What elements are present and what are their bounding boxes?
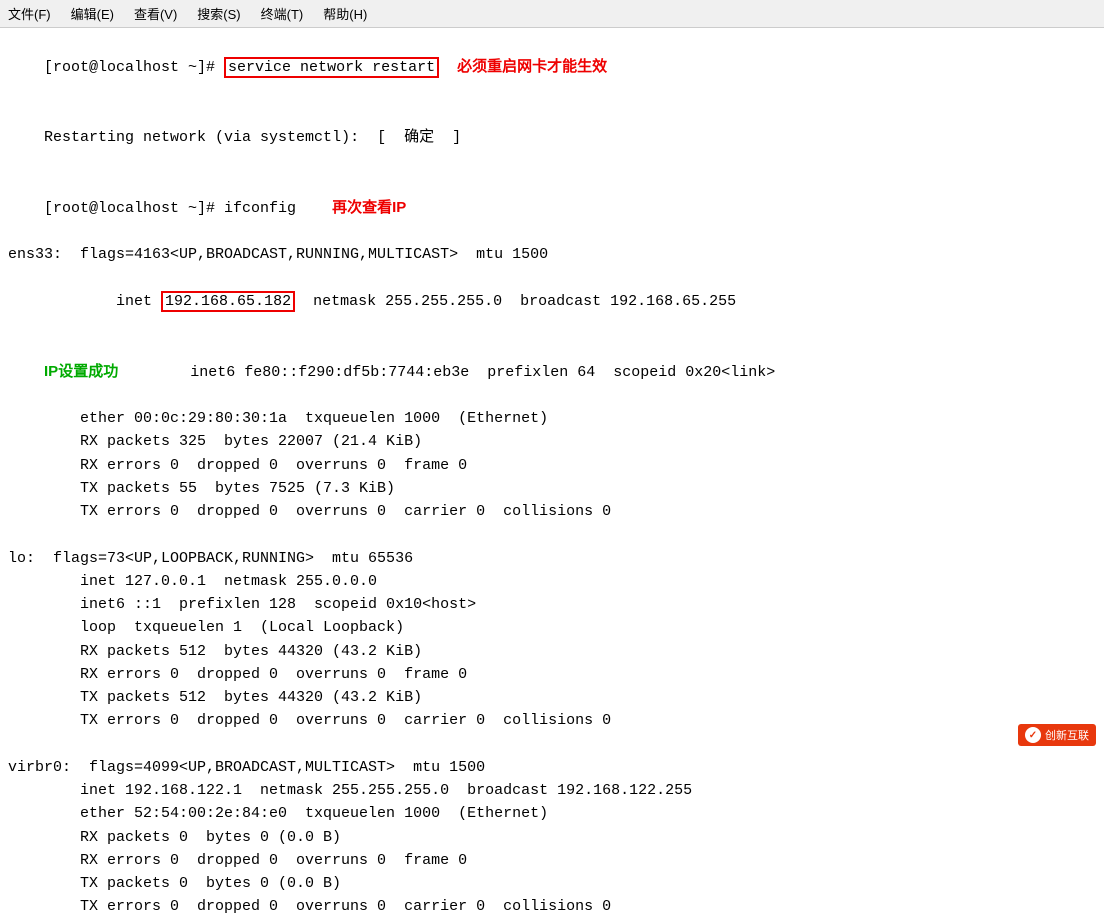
line-lo-tx1: TX packets 512 bytes 44320 (43.2 KiB) xyxy=(8,686,1096,709)
ip-address-box: 192.168.65.182 xyxy=(161,291,295,312)
terminal-area: [root@localhost ~]# service network rest… xyxy=(0,28,1104,923)
menu-terminal[interactable]: 终端(T) xyxy=(257,2,308,25)
prompt-2: [root@localhost ~]# ifconfig xyxy=(44,200,296,217)
menu-help[interactable]: 帮助(H) xyxy=(319,2,371,25)
line-virbr-tx1: TX packets 0 bytes 0 (0.0 B) xyxy=(8,872,1096,895)
inet-suffix: netmask 255.255.255.0 broadcast 192.168.… xyxy=(295,293,736,310)
inet6-text: inet6 fe80::f290:df5b:7744:eb3e prefixle… xyxy=(118,364,775,381)
line-ifconfig: [root@localhost ~]# ifconfig 再次查看IP xyxy=(8,173,1096,244)
watermark: ✓ 创新互联 xyxy=(1018,724,1096,746)
line-ens33-flags: ens33: flags=4163<UP,BROADCAST,RUNNING,M… xyxy=(8,243,1096,266)
line-restarting: Restarting network (via systemctl): [ 确定… xyxy=(8,103,1096,173)
line-virbr-ether: ether 52:54:00:2e:84:e0 txqueuelen 1000 … xyxy=(8,802,1096,825)
line-lo-loop: loop txqueuelen 1 (Local Loopback) xyxy=(8,616,1096,639)
menubar: 文件(F) 编辑(E) 查看(V) 搜索(S) 终端(T) 帮助(H) xyxy=(0,0,1104,28)
line-inet6-with-annot: IP设置成功 inet6 fe80::f290:df5b:7744:eb3e p… xyxy=(8,336,1096,407)
command-box: service network restart xyxy=(224,57,439,78)
menu-view[interactable]: 查看(V) xyxy=(130,2,181,25)
watermark-text: 创新互联 xyxy=(1045,727,1089,743)
annot-viewip: 再次查看IP xyxy=(332,199,406,216)
line-ether: ether 00:0c:29:80:30:1a txqueuelen 1000 … xyxy=(8,407,1096,430)
line-tx1: TX packets 55 bytes 7525 (7.3 KiB) xyxy=(8,477,1096,500)
line-lo-inet: inet 127.0.0.1 netmask 255.0.0.0 xyxy=(8,570,1096,593)
line-lo-rx-err: RX errors 0 dropped 0 overruns 0 frame 0 xyxy=(8,663,1096,686)
line-lo-flags: lo: flags=73<UP,LOOPBACK,RUNNING> mtu 65… xyxy=(8,547,1096,570)
line-virbr-flags: virbr0: flags=4099<UP,BROADCAST,MULTICAS… xyxy=(8,756,1096,779)
line-command: [root@localhost ~]# service network rest… xyxy=(8,32,1096,103)
menu-file[interactable]: 文件(F) xyxy=(4,2,55,25)
line-blank2 xyxy=(8,733,1096,756)
line-lo-inet6: inet6 ::1 prefixlen 128 scopeid 0x10<hos… xyxy=(8,593,1096,616)
watermark-icon: ✓ xyxy=(1025,727,1041,743)
line-inet: inet 192.168.65.182 netmask 255.255.255.… xyxy=(8,267,1096,337)
line-blank1 xyxy=(8,523,1096,546)
line-virbr-tx-err: TX errors 0 dropped 0 overruns 0 carrier… xyxy=(8,895,1096,918)
line-virbr-rx-err: RX errors 0 dropped 0 overruns 0 frame 0 xyxy=(8,849,1096,872)
line-rx-err1: RX errors 0 dropped 0 overruns 0 frame 0 xyxy=(8,454,1096,477)
restarting-text: Restarting network (via systemctl): xyxy=(44,129,377,146)
annot-ip-success: IP设置成功 xyxy=(44,363,118,380)
ok-text: [ 确定 ] xyxy=(377,129,461,146)
prompt-1: [root@localhost ~]# xyxy=(44,59,224,76)
line-virbr-inet: inet 192.168.122.1 netmask 255.255.255.0… xyxy=(8,779,1096,802)
menu-search[interactable]: 搜索(S) xyxy=(193,2,244,25)
line-tx-err1: TX errors 0 dropped 0 overruns 0 carrier… xyxy=(8,500,1096,523)
annot-restart: 必须重启网卡才能生效 xyxy=(457,58,607,75)
menu-edit[interactable]: 编辑(E) xyxy=(67,2,118,25)
line-lo-rx1: RX packets 512 bytes 44320 (43.2 KiB) xyxy=(8,640,1096,663)
line-virbr-rx1: RX packets 0 bytes 0 (0.0 B) xyxy=(8,826,1096,849)
line-rx1: RX packets 325 bytes 22007 (21.4 KiB) xyxy=(8,430,1096,453)
inet-prefix: inet xyxy=(44,293,161,310)
line-lo-tx-err: TX errors 0 dropped 0 overruns 0 carrier… xyxy=(8,709,1096,732)
